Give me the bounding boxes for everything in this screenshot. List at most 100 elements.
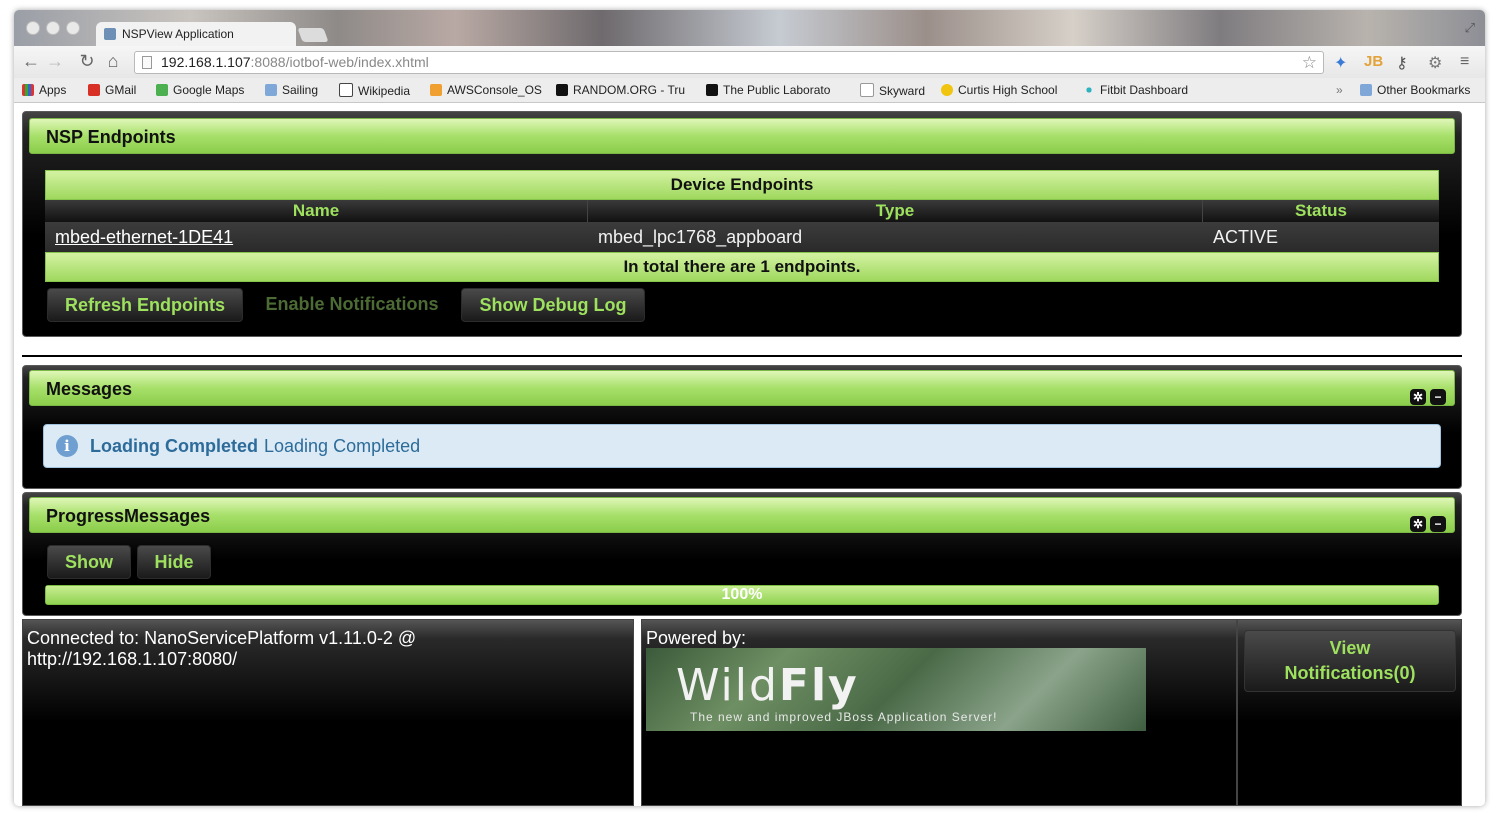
panel-controls: ✲ − <box>1406 377 1446 413</box>
panel-header: Messages ✲ − <box>29 370 1455 406</box>
aws-box-icon <box>430 84 442 96</box>
logo-tagline: The new and improved JBoss Application S… <box>690 710 998 724</box>
folder-icon <box>265 84 277 96</box>
url-path: :8088/iotbof-web/index.xhtml <box>250 54 429 70</box>
bookmark-wikipedia[interactable]: Wikipedia <box>339 83 410 98</box>
message-summary: Loading Completed <box>90 436 258 456</box>
powered-by-label: Powered by: <box>646 628 747 648</box>
random-org-icon <box>556 84 568 96</box>
column-header-name[interactable]: Name <box>45 200 588 222</box>
public-lab-icon <box>706 84 718 96</box>
new-tab-button[interactable] <box>297 28 329 42</box>
show-debug-log-button[interactable]: Show Debug Log <box>461 288 645 322</box>
endpoint-name-cell: mbed-ethernet-1DE41 <box>45 222 588 252</box>
extension-icon[interactable]: ✦ <box>1334 53 1347 73</box>
browser-window: NSPView Application ⤢ ← → ↻ ⌂ 192.168.1.… <box>14 10 1485 806</box>
bookmark-apps[interactable]: Apps <box>22 83 66 97</box>
address-bar[interactable]: 192.168.1.107:8088/iotbof-web/index.xhtm… <box>134 51 1324 74</box>
hide-button[interactable]: Hide <box>137 545 211 579</box>
home-icon[interactable]: ⌂ <box>102 51 124 72</box>
folder-icon <box>1360 84 1372 96</box>
progress-messages-panel: ProgressMessages ✲ − Show Hide 100% <box>22 492 1462 616</box>
fullscreen-icon[interactable]: ⤢ <box>1465 20 1475 36</box>
messages-title: Messages <box>46 379 133 399</box>
panel-header: NSP Endpoints <box>29 118 1455 154</box>
browser-tab[interactable]: NSPView Application <box>96 22 296 46</box>
fitbit-icon <box>1083 84 1095 96</box>
bookmarks-overflow-icon[interactable]: » <box>1336 83 1343 97</box>
powered-by-panel: Powered by: WildFly The new and improved… <box>641 619 1237 806</box>
collapse-icon[interactable]: − <box>1430 389 1446 405</box>
refresh-endpoints-button[interactable]: Refresh Endpoints <box>47 288 243 322</box>
table-footer: In total there are 1 endpoints. <box>45 252 1439 282</box>
connected-line: Connected to: NanoServicePlatform v1.11.… <box>27 628 417 648</box>
close-window-icon[interactable] <box>26 21 40 35</box>
bookmark-google-maps[interactable]: Google Maps <box>156 83 244 97</box>
nsp-endpoints-panel: NSP Endpoints Device Endpoints Name Type… <box>22 111 1462 337</box>
progress-label: 100% <box>721 586 763 603</box>
enable-notifications-button[interactable]: Enable Notifications <box>255 288 449 322</box>
column-header-status[interactable]: Status <box>1203 200 1439 222</box>
section-divider <box>22 355 1462 357</box>
info-icon: i <box>56 435 78 457</box>
wildfly-logo: WildFly The new and improved JBoss Appli… <box>646 648 1146 731</box>
bookmark-other[interactable]: Other Bookmarks <box>1360 83 1470 97</box>
maps-icon <box>156 84 168 96</box>
back-icon[interactable]: ← <box>20 51 42 72</box>
panel-header: ProgressMessages ✲ − <box>29 497 1455 533</box>
logo-fly: Fly <box>778 660 859 711</box>
progress-bar: 100% <box>45 585 1439 605</box>
apps-grid-icon <box>22 84 34 96</box>
bookmark-awsconsole[interactable]: AWSConsole_OS <box>430 83 542 97</box>
bookmark-random-org[interactable]: RANDOM.ORG - Tru <box>556 83 685 97</box>
tab-title: NSPView Application <box>122 27 234 41</box>
jb-extension-icon[interactable]: JB <box>1364 53 1383 70</box>
column-header-type[interactable]: Type <box>588 200 1203 222</box>
bookmark-public-laboratory[interactable]: The Public Laborato <box>706 83 830 97</box>
connection-info: Connected to: NanoServicePlatform v1.11.… <box>27 628 416 670</box>
maximize-window-icon[interactable] <box>66 21 80 35</box>
bookmark-gmail[interactable]: GMail <box>88 83 136 97</box>
page-icon <box>860 83 874 97</box>
settings-gear-icon[interactable]: ⚙ <box>1428 53 1442 73</box>
bookmarks-bar: Apps GMail Google Maps Sailing Wikipedia… <box>14 78 1485 103</box>
reload-icon[interactable]: ↻ <box>76 51 98 72</box>
panel-controls: ✲ − <box>1406 504 1446 540</box>
bookmark-fitbit[interactable]: Fitbit Dashboard <box>1083 83 1188 97</box>
messages-panel: Messages ✲ − i Loading Completed Loading C… <box>22 365 1462 489</box>
page-content: NSP Endpoints Device Endpoints Name Type… <box>14 103 1485 806</box>
table-caption: Device Endpoints <box>45 170 1439 200</box>
forward-icon[interactable]: → <box>44 51 66 72</box>
table-header: Name Type Status <box>45 200 1439 222</box>
bookmark-sailing[interactable]: Sailing <box>265 83 318 97</box>
view-label: View <box>1329 638 1371 658</box>
page-icon <box>142 56 152 69</box>
table-row: mbed-ethernet-1DE41 mbed_lpc1768_appboar… <box>45 222 1439 252</box>
view-notifications-button[interactable]: View Notifications(0) <box>1244 630 1456 692</box>
endpoint-name-link[interactable]: mbed-ethernet-1DE41 <box>55 227 233 247</box>
wikipedia-icon <box>339 83 353 97</box>
browser-toolbar: ← → ↻ ⌂ 192.168.1.107:8088/iotbof-web/in… <box>14 46 1485 78</box>
key-icon[interactable]: ⚷ <box>1396 53 1408 73</box>
school-icon <box>941 84 953 96</box>
connected-url: http://192.168.1.107:8080/ <box>27 649 238 669</box>
bookmark-star-icon[interactable]: ☆ <box>1302 52 1317 73</box>
connection-info-panel: Connected to: NanoServicePlatform v1.11.… <box>22 619 634 806</box>
gmail-icon <box>88 84 100 96</box>
bookmark-curtis-high[interactable]: Curtis High School <box>941 83 1057 97</box>
bookmark-skyward[interactable]: Skyward <box>860 83 925 98</box>
tab-favicon-icon <box>104 28 116 40</box>
notifications-panel: View Notifications(0) <box>1237 619 1462 806</box>
menu-icon[interactable]: ≡ <box>1460 53 1469 71</box>
endpoint-type-cell: mbed_lpc1768_appboard <box>598 227 803 247</box>
progress-title: ProgressMessages <box>46 506 211 526</box>
collapse-icon[interactable]: − <box>1430 516 1446 532</box>
settings-icon[interactable]: ✲ <box>1410 516 1426 532</box>
logo-wild: Wild <box>676 660 779 711</box>
minimize-window-icon[interactable] <box>46 21 60 35</box>
notifications-count-label: Notifications(0) <box>1284 663 1416 683</box>
url-host: 192.168.1.107 <box>161 54 251 70</box>
endpoint-status-cell: ACTIVE <box>1213 227 1279 247</box>
settings-icon[interactable]: ✲ <box>1410 389 1426 405</box>
show-button[interactable]: Show <box>47 545 131 579</box>
